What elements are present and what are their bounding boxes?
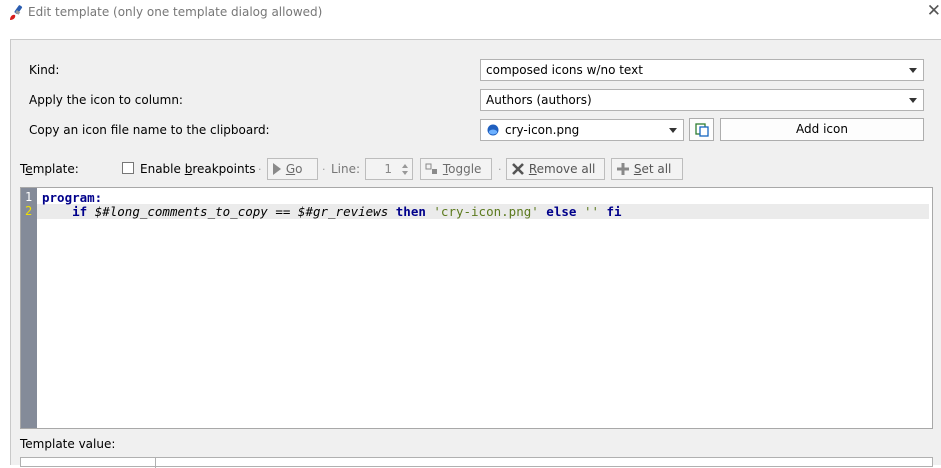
kind-dropdown-value: composed icons w/no text (486, 63, 643, 77)
title-bar: Edit template (only one template dialog … (0, 0, 941, 26)
add-icon-button[interactable]: Add icon (720, 118, 924, 141)
code-operator: == (275, 204, 291, 219)
toggle-icon (425, 163, 437, 174)
x-icon (512, 163, 524, 175)
template-label-suffix: mplate: (32, 162, 79, 176)
paintbrush-icon (10, 5, 23, 20)
chevron-down-icon (909, 68, 917, 73)
template-label: Template: (20, 162, 79, 176)
enable-breakpoints-prefix: Enable (140, 162, 185, 176)
icon-file-value: cry-icon.png (505, 123, 580, 137)
toolbar-separator: · (258, 163, 262, 176)
chevron-down-icon (669, 128, 677, 133)
code-variable: $#gr_reviews (297, 204, 389, 219)
toggle-button-suffix: oggle (448, 162, 482, 176)
code-keyword: else (546, 204, 577, 219)
window-title: Edit template (only one template dialog … (28, 5, 323, 19)
enable-breakpoints-suffix: reakpoints (192, 162, 256, 176)
code-keyword: if (72, 204, 88, 219)
line-spinbox[interactable]: 1 (365, 158, 413, 180)
toolbar-separator: · (322, 163, 326, 176)
enable-breakpoints-label[interactable]: Enable breakpoints (140, 162, 256, 176)
template-value-table[interactable] (20, 457, 933, 468)
line-value: 1 (384, 162, 392, 176)
code-line: if $#long_comments_to_copy == $#gr_revie… (42, 204, 622, 219)
copy-icon-label: Copy an icon file name to the clipboard: (29, 123, 270, 137)
template-value-label: Template value: (20, 437, 116, 451)
code-variable: $#long_comments_to_copy (94, 204, 268, 219)
line-label: Line: (331, 162, 361, 176)
template-editor[interactable]: 1 2 program: if $#long_comments_to_copy … (20, 187, 933, 429)
column-divider (155, 458, 156, 468)
code-line: program: (42, 190, 102, 205)
toggle-button[interactable]: Toggle (420, 158, 492, 180)
line-number-gutter (21, 188, 37, 428)
copy-to-clipboard-button[interactable] (689, 118, 714, 141)
line-number: 2 (25, 204, 33, 218)
spin-down-icon[interactable] (402, 171, 408, 175)
cry-face-icon (487, 124, 499, 136)
enable-breakpoints-checkbox[interactable] (122, 162, 134, 174)
remove-all-mnemonic: R (528, 162, 537, 176)
play-icon (273, 163, 281, 175)
code-keyword: fi (606, 204, 622, 219)
code-string: '' (583, 204, 599, 219)
column-dropdown-value: Authors (authors) (486, 93, 592, 107)
remove-all-button[interactable]: Remove all (506, 158, 605, 180)
line-number: 1 (25, 190, 33, 204)
column-dropdown[interactable]: Authors (authors) (480, 89, 924, 111)
set-all-suffix: et all (641, 162, 672, 176)
close-icon[interactable]: ✕ (927, 2, 941, 20)
code-keyword: then (395, 204, 426, 219)
code-string: 'cry-icon.png' (433, 204, 539, 219)
set-all-button[interactable]: Set all (611, 158, 683, 180)
go-button-mnemonic: G (285, 162, 296, 176)
plus-icon (617, 163, 629, 175)
icon-file-dropdown[interactable]: cry-icon.png (480, 119, 684, 141)
remove-all-suffix: emove all (536, 162, 596, 176)
copy-icon (694, 123, 709, 137)
chevron-down-icon (909, 98, 917, 103)
spin-up-icon[interactable] (402, 164, 408, 168)
column-label: Apply the icon to column: (29, 93, 183, 107)
code-keyword: program: (42, 190, 103, 205)
toolbar-separator: · (498, 163, 502, 176)
go-button[interactable]: Go (267, 158, 318, 180)
kind-dropdown[interactable]: composed icons w/no text (480, 59, 924, 81)
template-label-mnemonic: e (25, 162, 33, 176)
kind-label: Kind: (29, 63, 60, 77)
go-button-suffix: o (295, 162, 303, 176)
